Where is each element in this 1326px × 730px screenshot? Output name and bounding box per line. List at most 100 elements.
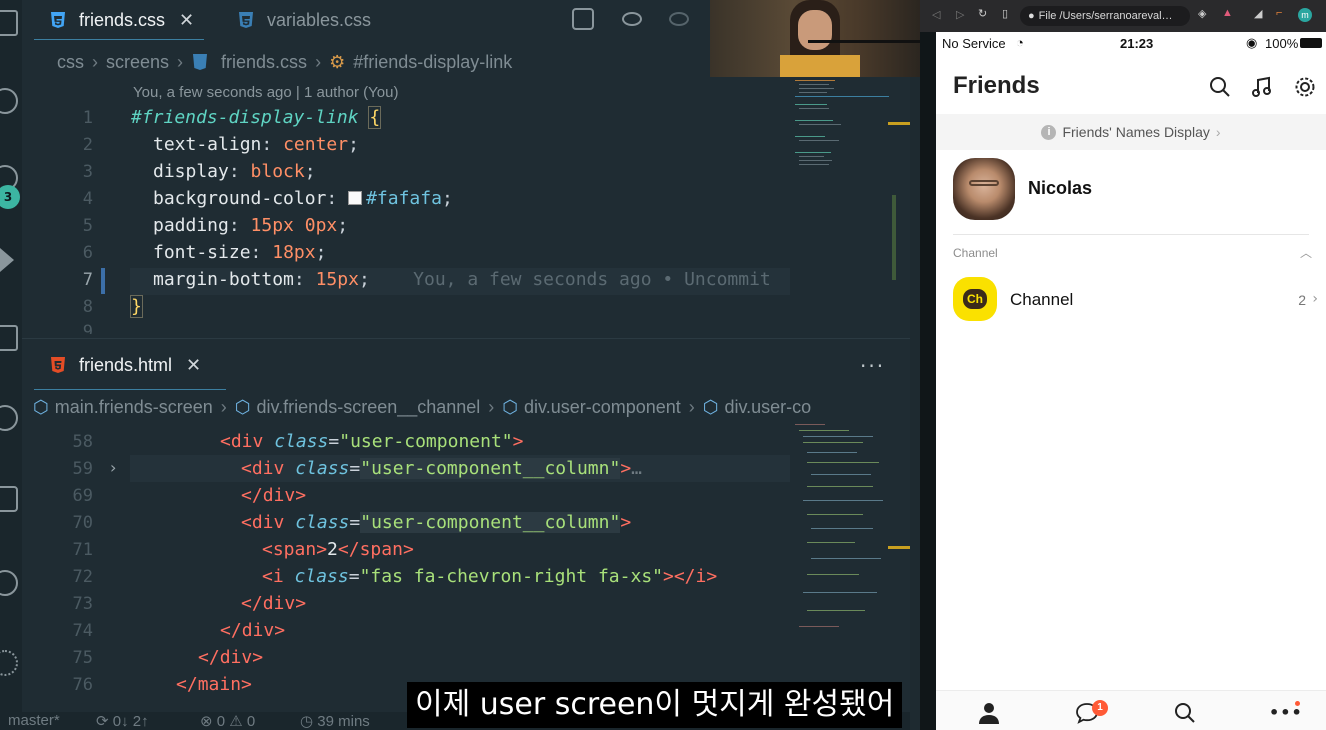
chevron-right-icon: › xyxy=(177,51,184,72)
breadcrumb-item[interactable]: main.friends-screen xyxy=(55,397,213,418)
channel-name[interactable]: Channel xyxy=(1010,290,1073,310)
user-name[interactable]: Nicolas xyxy=(1028,178,1092,199)
code-line[interactable]: text-align: center; xyxy=(153,134,359,155)
settings-gear-icon[interactable] xyxy=(0,650,18,676)
code-line[interactable]: <i class="fas fa-chevron-right fa-xs"></… xyxy=(262,566,717,587)
reload-icon[interactable]: ↻ xyxy=(978,7,987,20)
tab-label: friends.css xyxy=(79,9,166,30)
html-tab-bar: friends.html ✕ ··· xyxy=(34,345,910,390)
ios-status-bar: No Service ◔ 21:23 ◉ 100% xyxy=(936,32,1326,54)
overview-ruler-marker xyxy=(888,122,910,125)
code-line[interactable]: background-color: #fafafa; xyxy=(153,188,453,209)
breadcrumb-item[interactable]: div.friends-screen__channel xyxy=(257,397,481,418)
music-icon[interactable] xyxy=(1251,76,1273,98)
line-number: 71 xyxy=(72,540,93,560)
chevron-right-icon: › xyxy=(488,396,495,417)
next-change-icon[interactable] xyxy=(669,12,689,26)
profile-icon[interactable]: m xyxy=(1298,8,1312,22)
code-line[interactable]: <div class="user-component__column"> xyxy=(241,512,631,533)
docker-icon[interactable] xyxy=(0,486,18,512)
bookmark-icon[interactable]: ▯ xyxy=(1002,7,1008,20)
line-number: 76 xyxy=(72,675,93,695)
time-tracker[interactable]: ◷ 39 mins xyxy=(300,712,370,730)
address-bar[interactable]: ● File /Users/serranoareval… xyxy=(1020,6,1190,26)
git-branch[interactable]: master* xyxy=(8,712,60,729)
divider xyxy=(953,234,1309,235)
code-line[interactable]: padding: 15px 0px; xyxy=(153,215,348,236)
line-number: 2 xyxy=(82,135,93,155)
code-line[interactable]: #friends-display-link { xyxy=(131,106,382,129)
code-line[interactable]: </div> xyxy=(220,620,285,641)
sync-status[interactable]: ⟳ 0↓ 2↑ xyxy=(96,712,149,730)
chevron-right-icon: › xyxy=(1215,124,1221,140)
more-icon[interactable]: ••• xyxy=(1269,703,1302,727)
line-number: 8 xyxy=(82,297,93,317)
code-line[interactable]: <div class="user-component__column">… xyxy=(241,458,642,479)
active-tab-indicator xyxy=(34,39,204,40)
breadcrumb-item[interactable]: div.user-component xyxy=(524,397,681,418)
breadcrumb-item[interactable]: screens xyxy=(106,52,169,73)
account-icon[interactable] xyxy=(0,570,18,596)
presenter-shirt xyxy=(780,55,860,77)
back-icon[interactable]: ◁ xyxy=(932,8,940,21)
run-debug-icon[interactable] xyxy=(0,248,14,272)
breadcrumb-item[interactable]: css xyxy=(57,52,84,73)
code-line[interactable]: </div> xyxy=(198,647,263,668)
person-icon[interactable] xyxy=(977,701,1001,725)
friends-display-link[interactable]: i Friends' Names Display › xyxy=(936,114,1326,150)
line-number: 72 xyxy=(72,567,93,587)
code-line[interactable]: margin-bottom: 15px; You, a few seconds … xyxy=(153,269,771,290)
simulator-bezel xyxy=(920,32,936,730)
previous-change-icon[interactable] xyxy=(622,12,642,26)
code-line[interactable]: </div> xyxy=(241,593,306,614)
breadcrumb-item[interactable]: div.user-co xyxy=(724,397,811,418)
channel-logo[interactable]: Ch xyxy=(953,277,997,321)
explorer-icon[interactable] xyxy=(0,10,18,36)
chevron-right-icon: › xyxy=(688,396,695,417)
close-tab-icon[interactable]: ✕ xyxy=(186,355,201,376)
selector-symbol-icon: ⚙ xyxy=(329,51,346,72)
fold-chevron-icon[interactable]: › xyxy=(110,458,116,477)
brave-shield-icon[interactable]: ◈ xyxy=(1198,7,1206,20)
remote-explorer-icon[interactable] xyxy=(0,405,18,431)
forward-icon[interactable]: ▷ xyxy=(956,8,964,21)
tab-variables-css[interactable]: variables.css xyxy=(237,0,371,40)
html-minimap[interactable] xyxy=(795,422,890,642)
extensions-icon[interactable] xyxy=(0,325,18,351)
brave-rewards-icon[interactable]: ▲ xyxy=(1222,7,1233,19)
search-icon[interactable] xyxy=(0,88,18,114)
problems-indicator[interactable]: ⊗ 0 ⚠ 0 xyxy=(200,712,255,730)
code-line[interactable]: } xyxy=(130,295,143,318)
code-line[interactable]: </main> xyxy=(176,674,252,695)
color-swatch[interactable] xyxy=(348,191,363,205)
presenter-face xyxy=(798,10,832,50)
extension-icon[interactable]: ◢ xyxy=(1254,7,1262,20)
new-indicator-dot xyxy=(1295,701,1300,706)
code-line[interactable]: <div class="user-component"> xyxy=(220,431,523,452)
tab-friends-css[interactable]: friends.css ✕ xyxy=(49,0,194,40)
line-number: 1 xyxy=(82,108,93,128)
close-tab-icon[interactable]: ✕ xyxy=(179,10,194,31)
css-minimap[interactable] xyxy=(795,78,890,278)
line-number: 69 xyxy=(72,486,93,506)
code-line[interactable]: <span>2</span> xyxy=(262,539,414,560)
code-line[interactable]: font-size: 18px; xyxy=(153,242,326,263)
chevron-right-icon: › xyxy=(1312,291,1318,307)
breadcrumb-item[interactable]: friends.css xyxy=(221,52,307,73)
settings-gear-icon[interactable] xyxy=(1294,76,1316,98)
code-line[interactable]: display: block; xyxy=(153,161,316,182)
codelens-blame[interactable]: You, a few seconds ago | 1 author (You) xyxy=(133,84,398,101)
chevron-up-icon[interactable]: ︿ xyxy=(1300,244,1312,261)
more-actions-icon[interactable]: ··· xyxy=(860,354,885,378)
breadcrumb-item[interactable]: #friends-display-link xyxy=(353,52,512,73)
code-line[interactable]: </div> xyxy=(241,485,306,506)
scrollbar-thumb[interactable] xyxy=(892,195,896,280)
search-icon[interactable] xyxy=(1173,701,1197,725)
avatar[interactable] xyxy=(953,158,1015,220)
overview-ruler-marker xyxy=(888,546,910,549)
carrier-text: No Service xyxy=(942,36,1006,51)
search-icon[interactable] xyxy=(1209,76,1231,98)
extension-icon[interactable]: ⌐ xyxy=(1276,7,1282,19)
open-changes-icon[interactable] xyxy=(572,8,594,30)
tab-friends-html[interactable]: friends.html ✕ xyxy=(49,345,201,385)
